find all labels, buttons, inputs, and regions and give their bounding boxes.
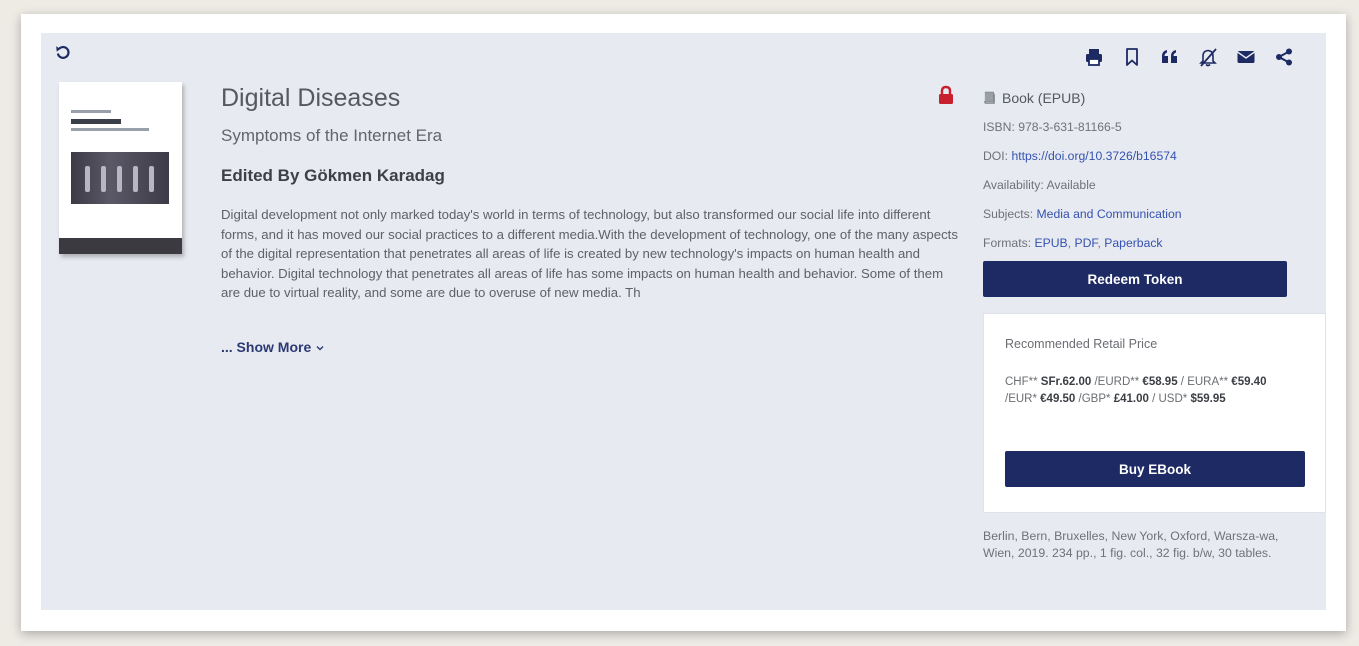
price-eurd-label: /EURD**: [1091, 376, 1143, 388]
book-metadata: Book (EPUB) ISBN: 978-3-631-81166-5 DOI:…: [983, 88, 1313, 262]
price-eur: €49.50: [1040, 393, 1076, 405]
doi-label: DOI:: [983, 149, 1012, 163]
price-eura: €59.40: [1231, 376, 1267, 388]
chevron-down-icon: [316, 346, 324, 351]
doi-row: DOI: https://doi.org/10.3726/b16574: [983, 146, 1313, 175]
book-type-row: Book (EPUB): [983, 88, 1313, 117]
price-chf: SFr.62.00: [1040, 376, 1092, 388]
price-list: CHF** SFr.62.00 /EURD** €58.95 / EURA** …: [1005, 374, 1295, 408]
price-eurd: €58.95: [1142, 376, 1178, 388]
print-button[interactable]: [1084, 45, 1122, 69]
format-link-pdf[interactable]: PDF: [1074, 236, 1097, 250]
book-icon: [984, 91, 995, 104]
toolbar: [1084, 45, 1312, 69]
cover-artwork: [71, 152, 169, 204]
price-eura-label: / EURA**: [1177, 376, 1232, 388]
formats-row: Formats: EPUB, PDF, Paperback: [983, 233, 1313, 262]
share-button[interactable]: [1274, 45, 1312, 69]
print-icon: [1086, 49, 1102, 66]
quote-icon: [1162, 50, 1177, 63]
cover-editor-line: [71, 110, 111, 113]
price-gbp: £41.00: [1113, 393, 1149, 405]
book-editors: Edited By Gökmen Karadag: [221, 166, 445, 185]
doi-link[interactable]: https://doi.org/10.3726/b16574: [1011, 149, 1176, 163]
price-heading: Recommended Retail Price: [1005, 337, 1158, 351]
lock-icon: [937, 85, 955, 105]
bookmark-icon: [1126, 48, 1138, 66]
price-card: Recommended Retail Price CHF** SFr.62.00…: [983, 313, 1326, 513]
price-usd: $59.95: [1190, 393, 1226, 405]
subject-link-media-communication[interactable]: Media and Communication: [1037, 207, 1182, 221]
publication-info: Berlin, Bern, Bruxelles, New York, Oxfor…: [983, 529, 1279, 560]
price-gbp-label: /GBP*: [1075, 393, 1114, 405]
book-subtitle: Symptoms of the Internet Era: [221, 126, 443, 145]
buy-ebook-button[interactable]: Buy EBook: [1005, 451, 1305, 487]
cover-bottom-band: [59, 238, 182, 254]
format-link-epub[interactable]: EPUB: [1034, 236, 1067, 250]
availability-row: Availability: Available: [983, 178, 1096, 192]
cite-button[interactable]: [1160, 45, 1198, 69]
alert-toggle-button[interactable]: [1198, 45, 1236, 69]
bookmark-button[interactable]: [1122, 45, 1160, 69]
show-more-link[interactable]: ... Show More: [221, 339, 325, 355]
book-title: Digital Diseases: [221, 84, 401, 112]
cover-subtitle-line: [71, 128, 149, 131]
subjects-label: Subjects:: [983, 207, 1037, 221]
book-abstract: Digital development not only marked toda…: [221, 207, 958, 300]
back-icon[interactable]: [54, 44, 72, 62]
price-usd-label: / USD*: [1148, 393, 1191, 405]
book-type: Book (EPUB): [1002, 90, 1086, 106]
subjects-row: Subjects: Media and Communication: [983, 204, 1313, 233]
no-alert-icon: [1199, 48, 1217, 67]
format-link-paperback[interactable]: Paperback: [1104, 236, 1162, 250]
book-cover-image[interactable]: [59, 82, 182, 254]
cover-title-line: [71, 119, 121, 124]
share-icon: [1276, 48, 1292, 66]
email-button[interactable]: [1236, 45, 1274, 69]
email-icon: [1237, 51, 1255, 63]
price-eur-label: /EUR*: [1005, 393, 1041, 405]
formats-label: Formats:: [983, 236, 1035, 250]
show-more-label: ... Show More: [221, 339, 312, 355]
isbn-row: ISBN: 978-3-631-81166-5: [983, 120, 1122, 134]
price-chf-label: CHF**: [1005, 376, 1041, 388]
redeem-token-button[interactable]: Redeem Token: [983, 261, 1287, 297]
